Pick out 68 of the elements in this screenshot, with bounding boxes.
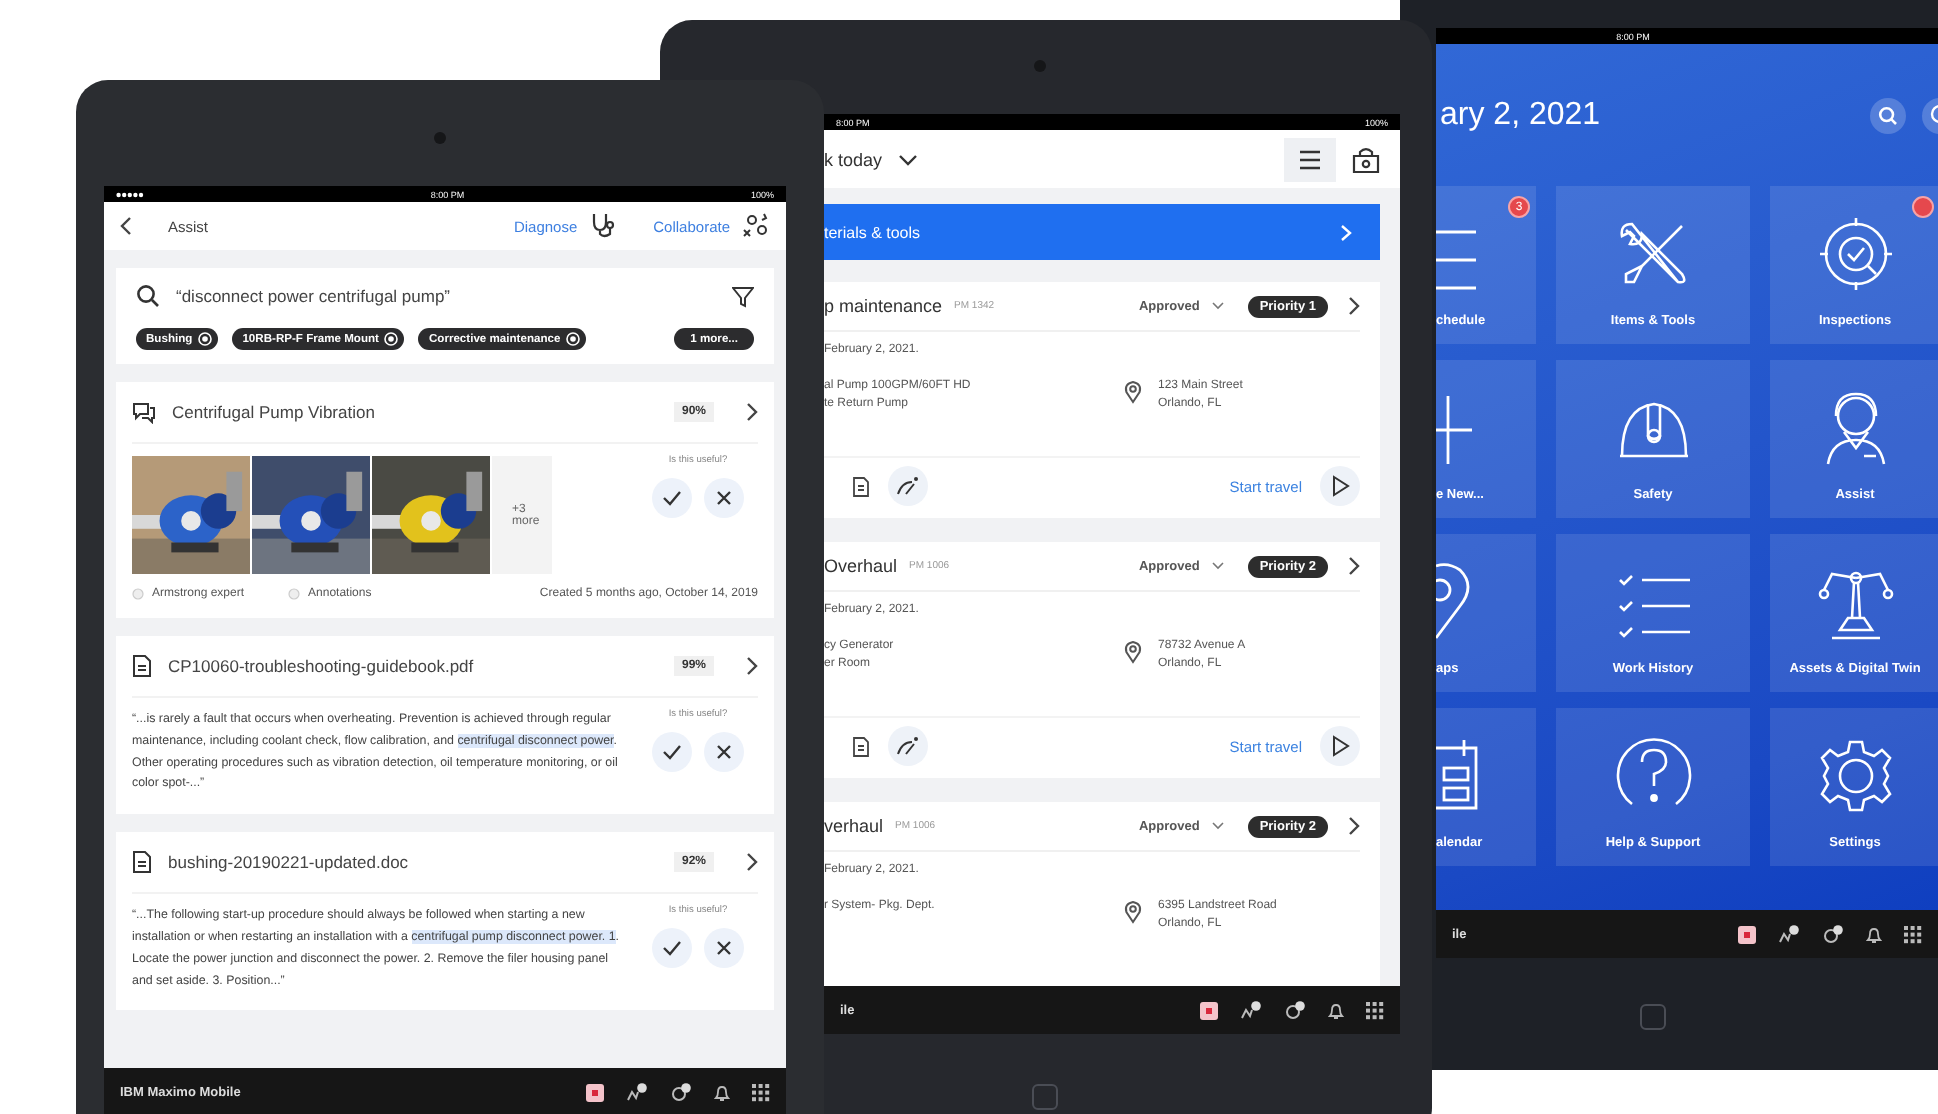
filter-icon[interactable] [732, 285, 754, 307]
chevron-right-icon[interactable] [1348, 816, 1360, 836]
signal-icon [116, 191, 144, 197]
chevron-right-icon [1340, 223, 1352, 241]
stethoscope-icon[interactable] [589, 212, 618, 240]
search-icon [136, 284, 160, 308]
result-title: CP10060-troubleshooting-guidebook.pdf [168, 656, 474, 676]
apps-grid-icon[interactable] [1904, 925, 1922, 943]
chevron-right-icon[interactable] [746, 656, 758, 676]
camera-lens [434, 132, 446, 144]
stop-icon[interactable] [1738, 925, 1756, 943]
location-pin-icon [1124, 640, 1142, 664]
circle-icon [132, 588, 144, 600]
checklist-icon [1613, 570, 1693, 642]
result-title: Centrifugal Pump Vibration [172, 402, 375, 422]
check-icon[interactable] [652, 478, 692, 518]
list-icon [1436, 226, 1480, 294]
gauge-icon[interactable] [888, 466, 928, 506]
search-field[interactable]: “disconnect power centrifugal pump” [176, 286, 716, 306]
remove-icon[interactable] [198, 332, 213, 346]
close-icon[interactable] [704, 478, 744, 518]
remove-icon[interactable] [566, 332, 581, 346]
chevron-right-icon[interactable] [1348, 556, 1360, 576]
result-card[interactable] [116, 832, 774, 1011]
work-order-title: p maintenance [824, 296, 943, 316]
close-icon[interactable] [704, 732, 744, 772]
location-pin-icon [1124, 900, 1142, 924]
work-order-title: verhaul [824, 816, 884, 836]
location-pin-icon [1124, 380, 1142, 404]
check-icon[interactable] [652, 928, 692, 969]
list-icon[interactable] [1284, 137, 1336, 181]
view-selector[interactable]: k today [824, 149, 883, 169]
play-icon[interactable] [1320, 726, 1360, 766]
chevron-down-icon[interactable] [898, 153, 919, 165]
back-icon[interactable] [120, 216, 132, 236]
close-icon[interactable] [704, 928, 744, 969]
result-card[interactable] [116, 636, 774, 815]
work-order-title: Overhaul [824, 556, 898, 576]
document-icon [132, 850, 152, 875]
gauge-icon[interactable] [888, 726, 928, 766]
profile-icon[interactable] [1922, 97, 1938, 133]
stop-icon[interactable] [586, 1083, 604, 1101]
search-icon[interactable] [1870, 97, 1906, 133]
map-bag-icon[interactable] [1352, 145, 1380, 173]
apps-grid-icon[interactable] [752, 1083, 770, 1101]
settings-icon [1815, 736, 1895, 816]
chevron-right-icon[interactable] [746, 852, 758, 873]
document-icon [132, 654, 152, 678]
stop-icon[interactable] [1200, 1001, 1218, 1019]
bell-icon[interactable] [714, 1083, 730, 1101]
bell-icon[interactable] [1328, 1001, 1344, 1019]
plus-icon [1436, 392, 1476, 468]
chevron-right-icon[interactable] [746, 402, 758, 422]
chevron-right-icon[interactable] [1348, 296, 1360, 316]
result-title: bushing-20190221-updated.doc [168, 852, 409, 873]
chat-icon [132, 401, 156, 423]
apps-grid-icon[interactable] [1366, 1001, 1384, 1019]
check-icon[interactable] [652, 732, 692, 772]
remove-icon[interactable] [384, 332, 399, 346]
banner-label: terials & tools [824, 223, 921, 241]
play-icon[interactable] [1320, 466, 1360, 506]
date-title: ary 2, 2021 [1440, 97, 1603, 133]
document-icon[interactable] [852, 475, 870, 497]
circle-icon [288, 588, 301, 600]
inspection-icon [1815, 214, 1895, 294]
materials-banner[interactable]: terials & tools [824, 204, 1380, 260]
document-icon[interactable] [852, 735, 870, 757]
bell-icon[interactable] [1866, 925, 1882, 943]
